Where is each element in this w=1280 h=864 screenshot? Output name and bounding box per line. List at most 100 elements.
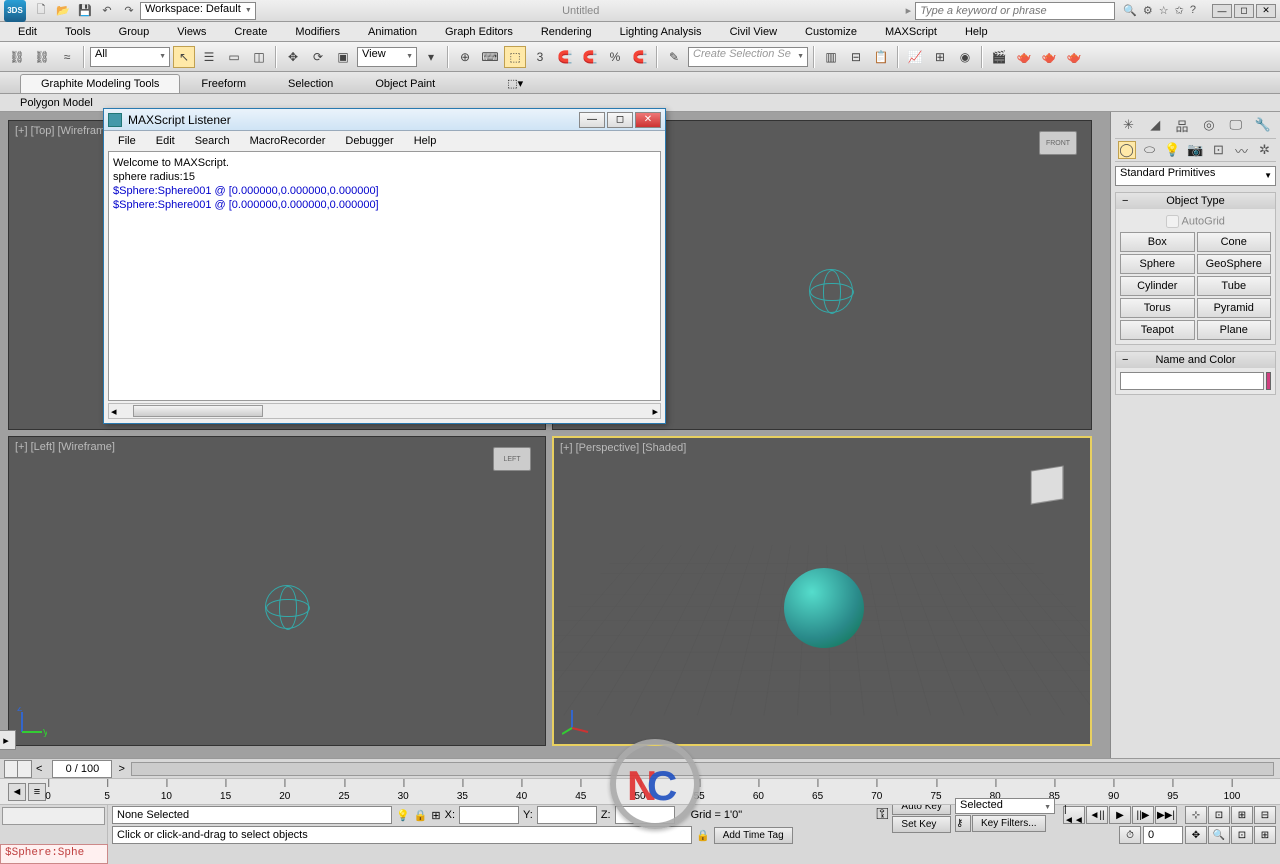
mx-menu-edit[interactable]: Edit bbox=[146, 133, 185, 149]
align-icon[interactable]: ⊟ bbox=[845, 46, 867, 68]
lock-icon[interactable]: 💡 bbox=[396, 809, 410, 822]
menu-create[interactable]: Create bbox=[220, 24, 281, 40]
angle-snap-icon[interactable]: 3 bbox=[529, 46, 551, 68]
geometry-cat-icon[interactable]: ◯ bbox=[1118, 141, 1136, 159]
search-input[interactable] bbox=[915, 2, 1115, 20]
goto-end-icon[interactable]: ▶▶| bbox=[1155, 806, 1177, 824]
modify-tab-icon[interactable]: ◢ bbox=[1146, 116, 1164, 134]
binoculars-icon[interactable]: 🔍 bbox=[1123, 4, 1137, 17]
obj-teapot-button[interactable]: Teapot bbox=[1120, 320, 1195, 340]
menu-civilview[interactable]: Civil View bbox=[716, 24, 791, 40]
play-icon[interactable]: ▶ bbox=[1109, 806, 1131, 824]
render-icon[interactable]: 🫖 bbox=[1038, 46, 1060, 68]
scale-tool-icon[interactable]: ▣ bbox=[332, 46, 354, 68]
mx-menu-macrorecorder[interactable]: MacroRecorder bbox=[240, 133, 336, 149]
viewport-flyout-icon[interactable]: ▸ bbox=[0, 730, 16, 750]
tab-selection[interactable]: Selection bbox=[267, 74, 354, 93]
spacewarps-cat-icon[interactable]: 〰 bbox=[1233, 141, 1251, 159]
nav-5-icon[interactable]: ✥ bbox=[1185, 826, 1207, 844]
nav-4-icon[interactable]: ⊟ bbox=[1254, 806, 1276, 824]
tab-objectpaint[interactable]: Object Paint bbox=[354, 74, 456, 93]
isolate-icon[interactable]: ⊞ bbox=[431, 809, 440, 822]
viewcube-persp[interactable] bbox=[1024, 462, 1070, 508]
maxscript-scrollbar[interactable]: ◂▸ bbox=[108, 403, 661, 419]
key-icon[interactable]: ⚿ bbox=[876, 806, 888, 824]
goto-start-icon[interactable]: |◄◄ bbox=[1063, 806, 1085, 824]
obj-plane-button[interactable]: Plane bbox=[1197, 320, 1272, 340]
nav-7-icon[interactable]: ⊡ bbox=[1231, 826, 1253, 844]
viewcube-front[interactable]: FRONT bbox=[1039, 131, 1077, 155]
obj-cylinder-button[interactable]: Cylinder bbox=[1120, 276, 1195, 296]
maxscript-minimize-button[interactable]: — bbox=[579, 112, 605, 128]
y-input[interactable] bbox=[537, 806, 597, 824]
maxscript-titlebar[interactable]: MAXScript Listener — ◻ ✕ bbox=[104, 109, 665, 131]
keyboard-shortcut-icon[interactable]: ⌨ bbox=[479, 46, 501, 68]
nav-8-icon[interactable]: ⊞ bbox=[1254, 826, 1276, 844]
obj-sphere-button[interactable]: Sphere bbox=[1120, 254, 1195, 274]
select-tool-icon[interactable]: ↖ bbox=[173, 46, 195, 68]
menu-modifiers[interactable]: Modifiers bbox=[281, 24, 354, 40]
color-swatch[interactable] bbox=[1266, 372, 1271, 390]
spinner-snap-icon[interactable]: 🧲 bbox=[629, 46, 651, 68]
cameras-cat-icon[interactable]: 📷 bbox=[1187, 141, 1205, 159]
favorite-icon[interactable]: ✩ bbox=[1175, 4, 1184, 17]
viewcube-left[interactable]: LEFT bbox=[493, 447, 531, 471]
obj-pyramid-button[interactable]: Pyramid bbox=[1197, 298, 1272, 318]
pivot-icon[interactable]: ▾ bbox=[420, 46, 442, 68]
time-config-icon[interactable]: ⏱ bbox=[1119, 826, 1141, 844]
menu-customize[interactable]: Customize bbox=[791, 24, 871, 40]
primitive-type-dropdown[interactable]: Standard Primitives bbox=[1115, 166, 1276, 186]
layers-icon[interactable]: 📋 bbox=[870, 46, 892, 68]
next-frame-icon[interactable]: ||▶ bbox=[1132, 806, 1154, 824]
unlink-tool-icon[interactable]: ⛓ bbox=[31, 46, 53, 68]
time-slider[interactable] bbox=[131, 762, 1274, 776]
menu-group[interactable]: Group bbox=[105, 24, 164, 40]
star-icon[interactable]: ☆ bbox=[1159, 4, 1169, 17]
link-icon[interactable]: ⚙ bbox=[1143, 4, 1153, 17]
nav-3-icon[interactable]: ⊞ bbox=[1231, 806, 1253, 824]
keymode-dropdown[interactable]: Selected bbox=[955, 798, 1055, 814]
display-tab-icon[interactable]: 🖵 bbox=[1227, 116, 1245, 134]
restore-button[interactable]: ◻ bbox=[1234, 4, 1254, 18]
spinner-snap-icon[interactable]: 🧲 bbox=[579, 46, 601, 68]
percent-snap-icon[interactable]: 🧲 bbox=[554, 46, 576, 68]
tab-freeform[interactable]: Freeform bbox=[180, 74, 267, 93]
object-type-header[interactable]: −Object Type bbox=[1116, 193, 1275, 209]
menu-lighting[interactable]: Lighting Analysis bbox=[606, 24, 716, 40]
help-icon[interactable]: ? bbox=[1190, 4, 1196, 17]
named-selection-icon[interactable]: ✎ bbox=[663, 46, 685, 68]
lights-cat-icon[interactable]: 💡 bbox=[1164, 141, 1182, 159]
manipulate-icon[interactable]: ⊕ bbox=[454, 46, 476, 68]
hierarchy-tab-icon[interactable]: 品 bbox=[1173, 116, 1191, 134]
minimize-button[interactable]: — bbox=[1212, 4, 1232, 18]
nav-1-icon[interactable]: ⊹ bbox=[1185, 806, 1207, 824]
trackbar-config-icon[interactable] bbox=[4, 760, 32, 778]
new-icon[interactable]: 🗋 bbox=[32, 2, 50, 20]
move-tool-icon[interactable]: ✥ bbox=[282, 46, 304, 68]
save-icon[interactable]: 💾 bbox=[76, 2, 94, 20]
mx-menu-help[interactable]: Help bbox=[404, 133, 447, 149]
schematic-view-icon[interactable]: ⊞ bbox=[929, 46, 951, 68]
percent-snap-icon[interactable]: % bbox=[604, 46, 626, 68]
menu-rendering[interactable]: Rendering bbox=[527, 24, 606, 40]
systems-cat-icon[interactable]: ✲ bbox=[1256, 141, 1274, 159]
open-icon[interactable]: 📂 bbox=[54, 2, 72, 20]
menu-tools[interactable]: Tools bbox=[51, 24, 105, 40]
lock-icon[interactable]: 🔒 bbox=[696, 829, 710, 842]
link-tool-icon[interactable]: ⛓ bbox=[6, 46, 28, 68]
undo-icon[interactable]: ↶ bbox=[98, 2, 116, 20]
autogrid-checkbox[interactable]: AutoGrid bbox=[1120, 213, 1271, 232]
material-editor-icon[interactable]: ◉ bbox=[954, 46, 976, 68]
ref-coord-dropdown[interactable]: View bbox=[357, 47, 417, 67]
viewport-left[interactable]: [+] [Left] [Wireframe] LEFT zy bbox=[8, 436, 546, 746]
tab-graphite[interactable]: Graphite Modeling Tools bbox=[20, 74, 180, 93]
obj-cone-button[interactable]: Cone bbox=[1197, 232, 1272, 252]
selection-filter-dropdown[interactable]: All bbox=[90, 47, 170, 67]
timeline-ruler[interactable]: ◄ ≡ 051015202530354045505560657075808590… bbox=[0, 779, 1280, 805]
utilities-tab-icon[interactable]: 🔧 bbox=[1254, 116, 1272, 134]
redo-icon[interactable]: ↷ bbox=[120, 2, 138, 20]
window-crossing-icon[interactable]: ◫ bbox=[248, 46, 270, 68]
menu-grapheditors[interactable]: Graph Editors bbox=[431, 24, 527, 40]
timeline-left-icon[interactable]: ◄ bbox=[8, 783, 26, 801]
maxscript-close-button[interactable]: ✕ bbox=[635, 112, 661, 128]
